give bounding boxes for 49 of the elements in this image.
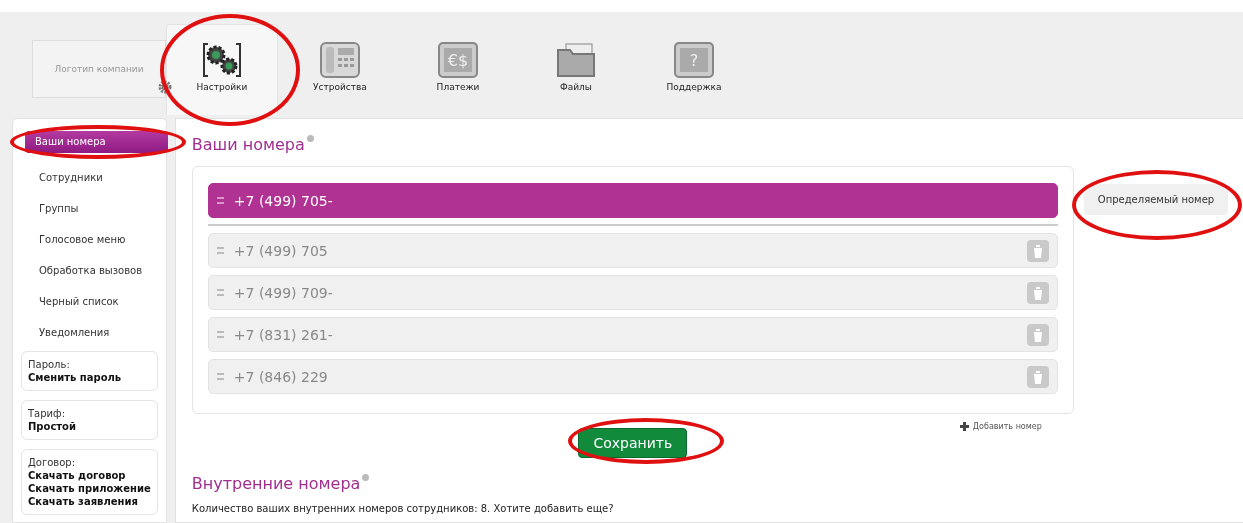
card-title: Тариф: xyxy=(28,407,65,420)
phone-number: +7 (831) 261- xyxy=(233,326,334,343)
drag-handle-icon[interactable] xyxy=(216,289,224,296)
phone-number: +7 (846) 229 xyxy=(233,368,329,385)
help-icon[interactable] xyxy=(306,135,314,142)
sidebar-item[interactable]: Голосовое меню xyxy=(25,224,158,255)
folder-icon xyxy=(556,42,596,78)
save-button[interactable]: Сохранить xyxy=(578,428,688,458)
sidebar-item[interactable]: Сотрудники xyxy=(25,162,158,193)
nav-tab[interactable]: €$ Платежи xyxy=(402,12,514,115)
desk-phone-icon xyxy=(320,42,360,78)
gears-icon xyxy=(202,42,242,78)
nav-tab[interactable]: Настройки xyxy=(166,24,278,115)
logo-text: Логотип компании xyxy=(54,64,144,74)
help-icon[interactable] xyxy=(362,474,370,481)
euro-dollar-icon: €$ xyxy=(438,42,478,78)
card-title: Договор: xyxy=(28,456,76,469)
nav-tab[interactable]: ? Поддержка xyxy=(638,12,750,115)
sidebar-item[interactable]: Ваши номера xyxy=(25,131,168,153)
trash-icon[interactable] xyxy=(1026,365,1049,388)
phone-number-row[interactable]: +7 (499) 705- xyxy=(207,183,1058,218)
card-link[interactable]: Простой xyxy=(28,420,76,433)
caller-id-label: Определяемый номер xyxy=(1083,184,1229,215)
phone-number: +7 (499) 709- xyxy=(233,284,334,301)
sidebar-item[interactable]: Черный список xyxy=(25,286,158,317)
trash-icon[interactable] xyxy=(1026,323,1049,346)
sidebar-item[interactable]: Уведомления xyxy=(25,317,158,348)
phone-number: +7 (499) 705 xyxy=(233,242,329,259)
card-link[interactable]: Скачать договор xyxy=(28,469,126,482)
card-title: Пароль: xyxy=(28,358,70,371)
card-link[interactable]: Скачать заявления xyxy=(28,495,138,508)
drag-handle-icon[interactable] xyxy=(216,331,224,338)
phone-number: +7 (499) 705- xyxy=(233,192,334,209)
sidebar-item[interactable]: Обработка вызовов xyxy=(25,255,158,286)
plus-icon xyxy=(959,422,969,431)
nav-tab[interactable]: Файлы xyxy=(520,12,632,115)
sidebar-item[interactable]: Группы xyxy=(25,193,158,224)
nav-tab[interactable]: Устройства xyxy=(284,12,396,115)
section-title: Внутренние номера xyxy=(191,474,361,493)
info-text: Количество ваших внутренних номеров сотрудников: 8. Хотите добавить еще? xyxy=(191,503,615,514)
card-link[interactable]: Скачать приложение xyxy=(28,482,151,495)
trash-icon[interactable] xyxy=(1026,281,1049,304)
section-title: Ваши номера xyxy=(191,135,305,154)
card-link[interactable]: Сменить пароль xyxy=(28,371,122,384)
drag-handle-icon[interactable] xyxy=(216,373,224,380)
add-number-link[interactable]: Добавить номер xyxy=(959,422,1042,431)
help-icon: ? xyxy=(674,42,714,78)
trash-icon[interactable] xyxy=(1026,239,1049,262)
drag-handle-icon[interactable] xyxy=(216,247,224,254)
